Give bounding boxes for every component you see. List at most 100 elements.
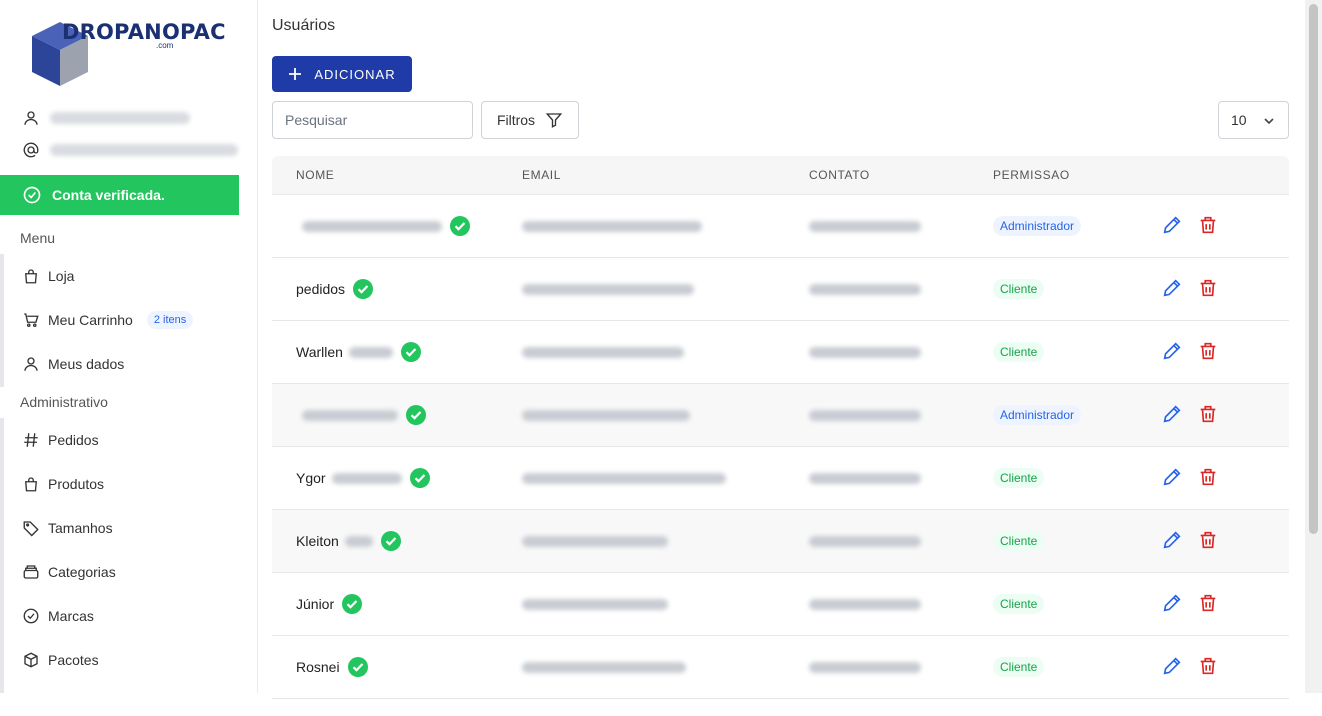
trash-icon xyxy=(1200,468,1216,485)
delete-button[interactable] xyxy=(1197,466,1219,491)
delete-button[interactable] xyxy=(1197,592,1219,617)
add-user-button[interactable]: ADICIONAR xyxy=(272,56,412,92)
user-name-text: Warllen xyxy=(296,344,343,360)
cell-actions xyxy=(1161,214,1219,239)
email-redacted xyxy=(522,598,668,610)
sidebar-item-label: Loja xyxy=(48,268,75,284)
permission-badge: Administrador xyxy=(993,405,1082,425)
pencil-icon xyxy=(1163,404,1181,422)
sidebar-item-label: Pedidos xyxy=(48,432,99,448)
delete-button[interactable] xyxy=(1197,403,1219,428)
email-redacted xyxy=(522,409,690,421)
check-circle-icon xyxy=(23,186,41,204)
user-email-row xyxy=(20,138,238,162)
pencil-icon xyxy=(1163,593,1181,611)
email-redacted xyxy=(522,472,726,484)
edit-button[interactable] xyxy=(1161,340,1183,365)
sidebar-item-loja[interactable]: Loja xyxy=(4,254,193,298)
trash-icon xyxy=(1200,216,1216,233)
edit-button[interactable] xyxy=(1161,277,1183,302)
check-circle-icon xyxy=(21,606,41,626)
contact-redacted xyxy=(809,283,921,295)
trash-icon xyxy=(1200,279,1216,296)
cell-name xyxy=(272,216,522,236)
permission-badge: Cliente xyxy=(993,657,1045,677)
sidebar-item-meus-dados[interactable]: Meus dados xyxy=(4,342,193,386)
layers-icon xyxy=(21,562,41,582)
funnel-icon xyxy=(545,113,563,128)
at-icon xyxy=(20,139,42,161)
email-redacted xyxy=(522,346,684,358)
cell-actions xyxy=(1161,529,1219,554)
sidebar-item-tamanhos[interactable]: Tamanhos xyxy=(4,506,116,550)
table-row: Warllen Cliente xyxy=(272,321,1289,384)
page-title: Usuários xyxy=(272,17,336,34)
contact-redacted xyxy=(809,472,921,484)
table-row: Ygor Cliente xyxy=(272,447,1289,510)
cell-actions xyxy=(1161,403,1219,428)
sidebar-item-carrinho[interactable]: Meu Carrinho 2 itens xyxy=(4,298,194,342)
cell-name: Ygor xyxy=(272,468,522,488)
contact-redacted xyxy=(809,220,921,232)
plus-icon xyxy=(289,68,302,80)
pencil-icon xyxy=(1163,530,1181,548)
delete-button[interactable] xyxy=(1197,655,1219,680)
edit-button[interactable] xyxy=(1161,655,1183,680)
edit-button[interactable] xyxy=(1161,214,1183,239)
delete-button[interactable] xyxy=(1197,340,1219,365)
delete-button[interactable] xyxy=(1197,214,1219,239)
delete-button[interactable] xyxy=(1197,529,1219,554)
verified-check-icon xyxy=(380,531,401,551)
sidebar-item-pedidos[interactable]: Pedidos xyxy=(4,418,116,462)
header-permission: PERMISSAO xyxy=(993,168,1070,182)
search-input[interactable] xyxy=(272,101,473,139)
cell-contact xyxy=(809,535,993,547)
sidebar-item-produtos[interactable]: Produtos xyxy=(4,462,116,506)
cell-name xyxy=(272,405,522,425)
pencil-icon xyxy=(1163,656,1181,674)
sidebar-item-label: Meus dados xyxy=(48,356,125,372)
edit-button[interactable] xyxy=(1161,592,1183,617)
email-redacted xyxy=(522,220,702,232)
admin-nav: Pedidos Produtos Tamanhos Categorias Mar… xyxy=(0,418,116,693)
email-redacted xyxy=(522,535,668,547)
cell-email xyxy=(522,472,809,484)
name-redacted xyxy=(348,346,393,358)
verified-check-icon xyxy=(450,216,470,236)
sidebar-item-pacotes[interactable]: Pacotes xyxy=(4,638,116,682)
edit-button[interactable] xyxy=(1161,466,1183,491)
page-size-value: 10 xyxy=(1231,112,1247,128)
delete-button[interactable] xyxy=(1197,277,1219,302)
verified-check-icon xyxy=(347,657,368,677)
sidebar: DROPANOPAC .com Conta verificada. Menu L… xyxy=(0,0,258,693)
sidebar-item-label: Produtos xyxy=(48,476,105,492)
sidebar-item-marcas[interactable]: Marcas xyxy=(4,594,116,638)
edit-button[interactable] xyxy=(1161,403,1183,428)
filter-button-label: Filtros xyxy=(496,112,536,128)
admin-section-label: Administrativo xyxy=(20,394,108,410)
cell-contact xyxy=(809,283,993,295)
brand-sub: .com xyxy=(156,41,174,50)
cell-permission: Cliente xyxy=(993,657,1153,677)
name-redacted xyxy=(302,220,442,232)
cell-email xyxy=(522,535,809,547)
trash-icon xyxy=(1200,342,1216,359)
name-redacted xyxy=(331,472,402,484)
cell-name: Kleiton xyxy=(272,531,522,551)
pencil-icon xyxy=(1163,278,1181,296)
cell-permission: Administrador xyxy=(993,405,1153,425)
table-row: Kleiton Cliente xyxy=(272,510,1289,573)
sidebar-item-categorias[interactable]: Categorias xyxy=(4,550,116,594)
edit-button[interactable] xyxy=(1161,529,1183,554)
scrollbar-thumb[interactable] xyxy=(1309,4,1318,534)
filter-button[interactable]: Filtros xyxy=(481,101,579,139)
page-size-select[interactable]: 10 xyxy=(1218,101,1289,139)
trash-icon xyxy=(1200,594,1216,611)
cell-contact xyxy=(809,661,993,673)
cart-icon xyxy=(21,310,41,330)
cart-count-badge: 2 itens xyxy=(146,311,194,329)
user-icon xyxy=(20,107,42,129)
cell-contact xyxy=(809,598,993,610)
sidebar-item-label: Marcas xyxy=(48,608,94,624)
verified-check-icon xyxy=(406,405,426,425)
